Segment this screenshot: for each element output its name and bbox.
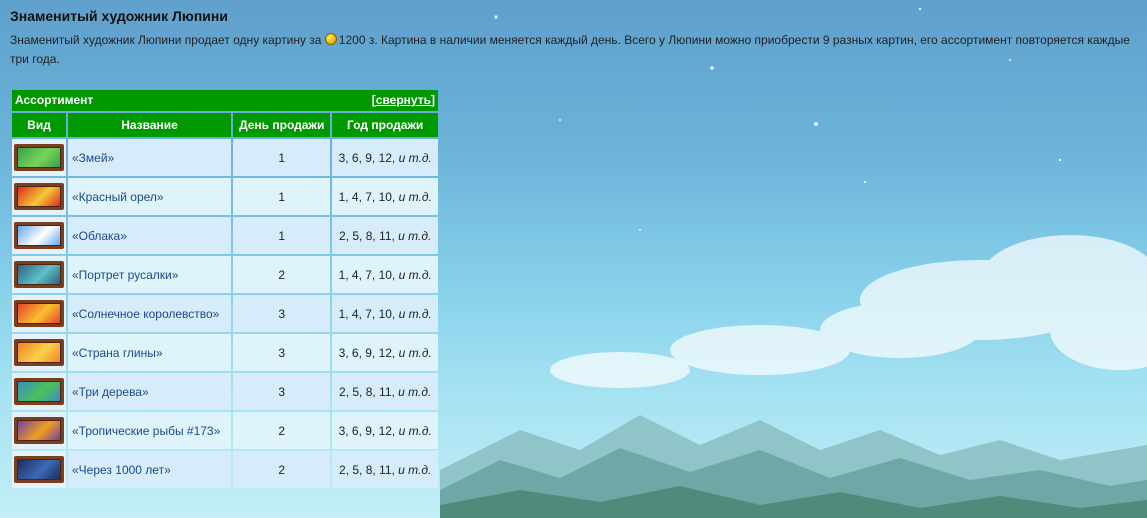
clouds-painting-icon[interactable] xyxy=(14,222,64,249)
painting-name-link[interactable]: «Облака» xyxy=(72,229,127,243)
etc-text: и т.д. xyxy=(398,306,432,321)
table-row: «Через 1000 лет» 2 2, 5, 8, 11, и т.д. xyxy=(12,451,438,488)
painting-name-link[interactable]: «Тропические рыбы #173» xyxy=(72,424,220,438)
sale-years-text: 3, 6, 9, 12, xyxy=(338,345,399,360)
gold-coin-icon xyxy=(324,33,337,45)
three-trees-painting-icon[interactable] xyxy=(14,378,64,405)
painting-name-cell: «Портрет русалки» xyxy=(68,256,232,293)
sale-day-cell: 1 xyxy=(233,139,331,176)
sale-day-cell: 1 xyxy=(233,217,331,254)
mermaid-portrait-painting-icon[interactable] xyxy=(14,261,64,288)
sale-day-cell: 2 xyxy=(233,256,331,293)
table-header-row: Вид Название День продажи Год продажи xyxy=(12,113,438,137)
painting-name-cell: «Тропические рыбы #173» xyxy=(68,412,232,449)
content-area: Знаменитый художник Люпини Знаменитый ху… xyxy=(10,8,1144,488)
in-1000-years-painting-icon[interactable] xyxy=(14,456,64,483)
clay-land-painting-icon[interactable] xyxy=(14,339,64,366)
painting-name-link[interactable]: «Красный орел» xyxy=(72,190,164,204)
sale-year-cell: 2, 5, 8, 11, и т.д. xyxy=(332,217,438,254)
table-row: «Портрет русалки» 2 1, 4, 7, 10, и т.д. xyxy=(12,256,438,293)
table-row: «Солнечное королевство» 3 1, 4, 7, 10, и т… xyxy=(12,295,438,332)
sale-years-text: 2, 5, 8, 11, xyxy=(339,228,399,243)
painting-name-link[interactable]: «Страна глины» xyxy=(72,346,163,360)
description-text-1: Знаменитый художник Люпини продает одну … xyxy=(10,33,325,47)
header-name: Название xyxy=(68,113,232,137)
section-description: Знаменитый художник Люпини продает одну … xyxy=(10,31,1144,69)
sun-kingdom-painting-icon[interactable] xyxy=(14,300,64,327)
sale-day-cell: 3 xyxy=(233,373,331,410)
etc-text: и т.д. xyxy=(398,150,432,165)
section-title: Знаменитый художник Люпини xyxy=(10,8,228,24)
table-row: «Страна глины» 3 3, 6, 9, 12, и т.д. xyxy=(12,334,438,371)
painting-cell xyxy=(12,139,66,176)
painting-cell xyxy=(12,217,66,254)
painting-name-link[interactable]: «Солнечное королевство» xyxy=(72,307,219,321)
etc-text: и т.д. xyxy=(398,189,432,204)
sale-year-cell: 3, 6, 9, 12, и т.д. xyxy=(332,412,438,449)
sale-years-text: 3, 6, 9, 12, xyxy=(338,150,399,165)
table-row: «Тропические рыбы #173» 2 3, 6, 9, 12, и т… xyxy=(12,412,438,449)
painting-name-link[interactable]: «Через 1000 лет» xyxy=(72,463,171,477)
header-view: Вид xyxy=(12,113,66,137)
snakes-painting-icon[interactable] xyxy=(14,144,64,171)
sale-day-cell: 2 xyxy=(233,451,331,488)
sale-years-text: 1, 4, 7, 10, xyxy=(338,306,399,321)
sale-year-cell: 3, 6, 9, 12, и т.д. xyxy=(332,139,438,176)
sale-day-cell: 3 xyxy=(233,295,331,332)
sale-year-cell: 2, 5, 8, 11, и т.д. xyxy=(332,451,438,488)
etc-text: и т.д. xyxy=(398,462,432,477)
header-sale-year: Год продажи xyxy=(332,113,438,137)
sale-year-cell: 1, 4, 7, 10, и т.д. xyxy=(332,295,438,332)
painting-name-link[interactable]: «Змей» xyxy=(72,151,114,165)
sale-years-text: 3, 6, 9, 12, xyxy=(338,423,399,438)
painting-name-link[interactable]: «Три дерева» xyxy=(72,385,149,399)
sale-year-cell: 3, 6, 9, 12, и т.д. xyxy=(332,334,438,371)
painting-name-cell: «Три дерева» xyxy=(68,373,232,410)
sale-years-text: 2, 5, 8, 11, xyxy=(339,384,399,399)
etc-text: и т.д. xyxy=(398,384,432,399)
painting-cell xyxy=(12,373,66,410)
sale-years-text: 2, 5, 8, 11, xyxy=(339,462,399,477)
table-row: «Три дерева» 3 2, 5, 8, 11, и т.д. xyxy=(12,373,438,410)
sale-year-cell: 2, 5, 8, 11, и т.д. xyxy=(332,373,438,410)
table-row: «Змей» 1 3, 6, 9, 12, и т.д. xyxy=(12,139,438,176)
table-row: «Красный орел» 1 1, 4, 7, 10, и т.д. xyxy=(12,178,438,215)
table-row: «Облака» 1 2, 5, 8, 11, и т.д. xyxy=(12,217,438,254)
painting-cell xyxy=(12,256,66,293)
etc-text: и т.д. xyxy=(398,345,432,360)
sale-years-text: 1, 4, 7, 10, xyxy=(338,189,399,204)
sale-year-cell: 1, 4, 7, 10, и т.д. xyxy=(332,178,438,215)
sale-day-cell: 3 xyxy=(233,334,331,371)
painting-name-cell: «Змей» xyxy=(68,139,232,176)
painting-name-cell: «Солнечное королевство» xyxy=(68,295,232,332)
etc-text: и т.д. xyxy=(398,423,432,438)
header-sale-day: День продажи xyxy=(233,113,331,137)
painting-name-link[interactable]: «Портрет русалки» xyxy=(72,268,178,282)
price-text: 1200 з xyxy=(338,33,375,47)
tropical-fish-painting-icon[interactable] xyxy=(14,417,64,444)
table-title-bar: Ассортимент [свернуть] xyxy=(12,90,438,111)
painting-cell xyxy=(12,334,66,371)
sale-day-cell: 2 xyxy=(233,412,331,449)
painting-cell xyxy=(12,451,66,488)
painting-cell xyxy=(12,412,66,449)
sale-day-cell: 1 xyxy=(233,178,331,215)
table-title: Ассортимент xyxy=(15,93,94,107)
painting-cell xyxy=(12,178,66,215)
painting-name-cell: «Страна глины» xyxy=(68,334,232,371)
painting-cell xyxy=(12,295,66,332)
etc-text: и т.д. xyxy=(398,267,432,282)
collapse-link[interactable]: свернуть xyxy=(376,93,431,107)
paintings-table: Ассортимент [свернуть] Вид Название День… xyxy=(10,88,440,490)
etc-text: и т.д. xyxy=(398,228,432,243)
collapse-toggle: [свернуть] xyxy=(371,93,435,107)
painting-name-cell: «Через 1000 лет» xyxy=(68,451,232,488)
painting-name-cell: «Красный орел» xyxy=(68,178,232,215)
sale-year-cell: 1, 4, 7, 10, и т.д. xyxy=(332,256,438,293)
painting-name-cell: «Облака» xyxy=(68,217,232,254)
red-eagle-painting-icon[interactable] xyxy=(14,183,64,210)
sale-years-text: 1, 4, 7, 10, xyxy=(338,267,399,282)
